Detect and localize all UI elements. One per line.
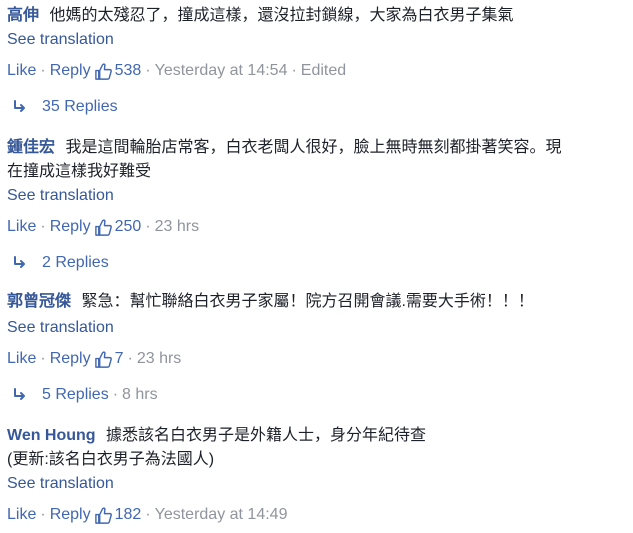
comment-text: 緊急：幫忙聯絡白衣男子家屬！院方召開會議.需要大手術！！！ — [81, 293, 534, 310]
separator-dot: · — [112, 386, 119, 403]
replies-count-label[interactable]: 35 Replies — [42, 97, 118, 117]
thumbs-up-icon[interactable] — [94, 62, 113, 81]
reply-button[interactable]: Reply — [50, 349, 91, 369]
reply-button[interactable]: Reply — [50, 217, 91, 237]
comment-1-header: 高伸 他媽的太殘忍了，撞成這樣，還沒拉封鎖線，大家為白衣男子集氣 — [7, 6, 633, 28]
separator-dot: · — [40, 218, 46, 235]
comments-section: 高伸 他媽的太殘忍了，撞成這樣，還沒拉封鎖線，大家為白衣男子集氣 See tra… — [0, 0, 633, 533]
thumbs-up-icon[interactable] — [94, 218, 113, 237]
comment-timestamp[interactable]: 23 hrs — [155, 217, 199, 237]
like-button[interactable]: Like — [7, 217, 36, 237]
comment-actions: Like · Reply 7 · 23 hrs — [7, 348, 633, 370]
separator-dot: · — [40, 350, 46, 367]
comment-text: 他媽的太殘忍了，撞成這樣，還沒拉封鎖線，大家為白衣男子集氣 — [49, 7, 514, 24]
comment-actions: Like · Reply 182 · Yesterday at 14:49 — [7, 504, 633, 526]
reply-arrow-icon — [12, 99, 28, 115]
like-button[interactable]: Like — [7, 349, 36, 369]
comment-text-line2: 在撞成這樣我好難受 — [7, 163, 152, 180]
comment-timestamp[interactable]: Yesterday at 14:54 — [155, 61, 288, 81]
comment-timestamp[interactable]: Yesterday at 14:49 — [155, 505, 288, 525]
replies-count-label[interactable]: 2 Replies — [42, 253, 109, 273]
view-replies[interactable]: 2 Replies — [12, 252, 633, 274]
reply-button[interactable]: Reply — [50, 61, 91, 81]
separator-dot: · — [145, 62, 151, 79]
like-button[interactable]: Like — [7, 505, 36, 525]
comment-author[interactable]: 鍾佳宏 — [7, 139, 55, 156]
comment-actions: Like · Reply 538 · Yesterday at 14:54 · … — [7, 60, 633, 82]
separator-dot: · — [291, 62, 297, 79]
thumbs-up-icon[interactable] — [94, 506, 113, 525]
comment-text-line1: 我是這間輪胎店常客，白衣老闆人很好，臉上無時無刻都掛著笑容。現 — [65, 139, 562, 156]
like-button[interactable]: Like — [7, 61, 36, 81]
reply-arrow-icon — [12, 387, 28, 403]
comment-4-header: Wen Houng 據悉該名白衣男子是外籍人士，身分年紀待查 (更新:該名白衣男… — [7, 424, 627, 472]
view-replies[interactable]: 5 Replies · 8 hrs — [12, 384, 633, 406]
see-translation-link[interactable]: See translation — [7, 474, 633, 496]
like-count[interactable]: 250 — [115, 217, 142, 237]
reply-button[interactable]: Reply — [50, 505, 91, 525]
replies-count-label[interactable]: 5 Replies — [42, 385, 109, 405]
thumbs-up-icon[interactable] — [94, 350, 113, 369]
separator-dot: · — [145, 218, 151, 235]
comment-author[interactable]: Wen Houng — [7, 427, 96, 444]
reply-arrow-icon — [12, 255, 28, 271]
see-translation-link[interactable]: See translation — [7, 30, 633, 52]
comment-author[interactable]: 高伸 — [7, 7, 39, 24]
see-translation-link[interactable]: See translation — [7, 318, 633, 340]
comment-text-line2: (更新:該名白衣男子為法國人) — [7, 451, 215, 468]
view-replies[interactable]: 35 Replies — [12, 96, 633, 118]
comment-3-header: 郭曾冠傑 緊急：幫忙聯絡白衣男子家屬！院方召開會議.需要大手術！！！ — [7, 292, 633, 314]
see-translation-link[interactable]: See translation — [7, 186, 633, 208]
comment-timestamp[interactable]: 23 hrs — [137, 349, 181, 369]
like-count[interactable]: 7 — [115, 349, 124, 369]
comment-author[interactable]: 郭曾冠傑 — [7, 293, 71, 310]
separator-dot: · — [40, 62, 46, 79]
separator-dot: · — [127, 350, 133, 367]
comment-actions: Like · Reply 250 · 23 hrs — [7, 216, 633, 238]
separator-dot: · — [40, 506, 46, 523]
comment-2-header: 鍾佳宏 我是這間輪胎店常客，白衣老闆人很好，臉上無時無刻都掛著笑容。現 在撞成這… — [7, 136, 627, 184]
edited-label[interactable]: Edited — [301, 61, 346, 81]
like-count[interactable]: 182 — [115, 505, 142, 525]
replies-timestamp: 8 hrs — [122, 386, 158, 403]
like-count[interactable]: 538 — [115, 61, 142, 81]
separator-dot: · — [145, 506, 151, 523]
comment-text-line1: 據悉該名白衣男子是外籍人士，身分年紀待查 — [106, 427, 427, 444]
